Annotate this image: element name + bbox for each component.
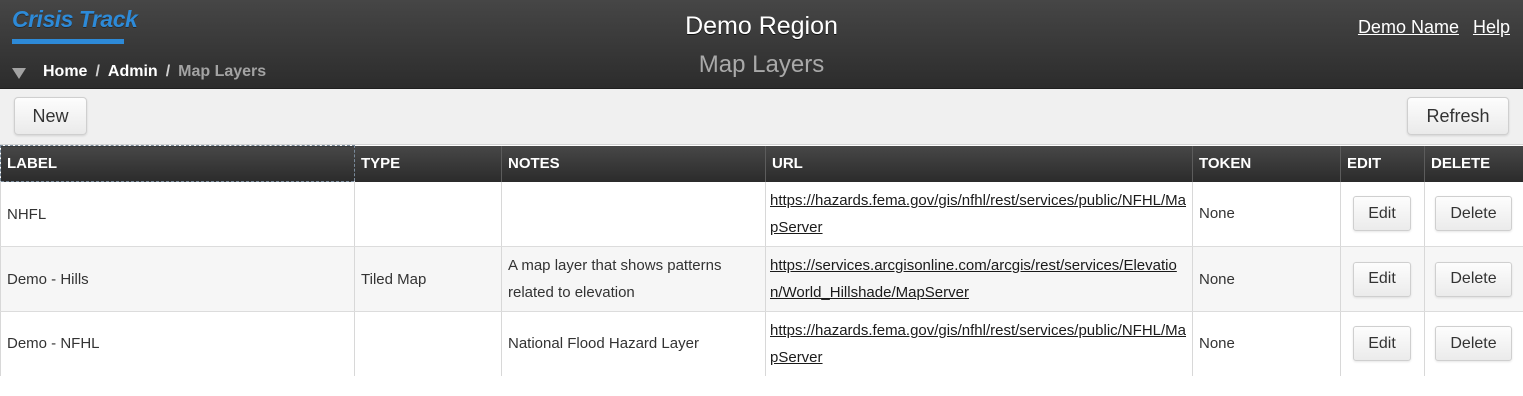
new-button[interactable]: New [14, 97, 87, 135]
cell-delete: Delete [1424, 311, 1523, 376]
cell-label: NHFL [0, 181, 355, 247]
cell-edit: Edit [1340, 181, 1425, 247]
cell-type [354, 311, 502, 376]
edit-button[interactable]: Edit [1353, 196, 1411, 232]
column-header-delete: DELETE [1424, 145, 1523, 182]
table-row: NHFL https://hazards.fema.gov/gis/nfhl/r… [0, 181, 1523, 247]
map-layers-table-container: LABEL TYPE NOTES URL TOKEN EDIT DELETE N… [0, 145, 1523, 376]
cell-notes: National Flood Hazard Layer [501, 311, 766, 376]
refresh-button[interactable]: Refresh [1407, 97, 1509, 135]
breadcrumb-separator: / [165, 63, 171, 80]
column-header-notes[interactable]: NOTES [501, 145, 766, 182]
cell-type: Tiled Map [354, 246, 502, 312]
help-link[interactable]: Help [1473, 17, 1510, 38]
cell-notes: A map layer that shows patterns related … [501, 246, 766, 312]
cell-type [354, 181, 502, 247]
url-link[interactable]: https://services.arcgisonline.com/arcgis… [770, 257, 1177, 301]
triangle-down-icon[interactable] [12, 67, 26, 79]
cell-notes [501, 181, 766, 247]
cell-token: None [1192, 181, 1341, 247]
delete-button[interactable]: Delete [1435, 196, 1512, 232]
cell-url: https://hazards.fema.gov/gis/nfhl/rest/s… [765, 311, 1193, 376]
edit-button[interactable]: Edit [1353, 326, 1411, 362]
column-header-url[interactable]: URL [765, 145, 1193, 182]
cell-token: None [1192, 246, 1341, 312]
edit-button[interactable]: Edit [1353, 261, 1411, 297]
url-link[interactable]: https://hazards.fema.gov/gis/nfhl/rest/s… [770, 192, 1186, 236]
cell-label: Demo - NFHL [0, 311, 355, 376]
region-title: Demo Region [685, 12, 838, 40]
table-row: Demo - Hills Tiled Map A map layer that … [0, 246, 1523, 312]
map-layers-table: LABEL TYPE NOTES URL TOKEN EDIT DELETE N… [0, 145, 1523, 376]
breadcrumb: Home / Admin / Map Layers [12, 63, 266, 81]
cell-delete: Delete [1424, 181, 1523, 247]
cell-delete: Delete [1424, 246, 1523, 312]
breadcrumb-separator: / [95, 63, 100, 80]
column-header-token[interactable]: TOKEN [1192, 145, 1341, 182]
url-link[interactable]: https://hazards.fema.gov/gis/nfhl/rest/s… [770, 322, 1186, 366]
breadcrumb-admin[interactable]: Admin [108, 63, 158, 81]
column-header-type[interactable]: TYPE [354, 145, 502, 182]
app-header: Crisis Track Demo Region Map Layers Demo… [0, 0, 1523, 89]
breadcrumb-current: Map Layers [178, 63, 267, 80]
delete-button[interactable]: Delete [1435, 326, 1512, 362]
column-header-label[interactable]: LABEL [0, 145, 355, 182]
user-links: Demo Name Help [1358, 17, 1510, 38]
cell-token: None [1192, 311, 1341, 376]
toolbar: New Refresh [0, 89, 1523, 145]
delete-button[interactable]: Delete [1435, 261, 1512, 297]
user-name-link[interactable]: Demo Name [1358, 17, 1459, 38]
column-header-edit: EDIT [1340, 145, 1425, 182]
cell-edit: Edit [1340, 311, 1425, 376]
breadcrumb-home[interactable]: Home [43, 63, 87, 81]
cell-label: Demo - Hills [0, 246, 355, 312]
cell-edit: Edit [1340, 246, 1425, 312]
cell-url: https://services.arcgisonline.com/arcgis… [765, 246, 1193, 312]
table-header-row: LABEL TYPE NOTES URL TOKEN EDIT DELETE [0, 145, 1523, 182]
table-row: Demo - NFHL National Flood Hazard Layer … [0, 311, 1523, 376]
cell-url: https://hazards.fema.gov/gis/nfhl/rest/s… [765, 181, 1193, 247]
